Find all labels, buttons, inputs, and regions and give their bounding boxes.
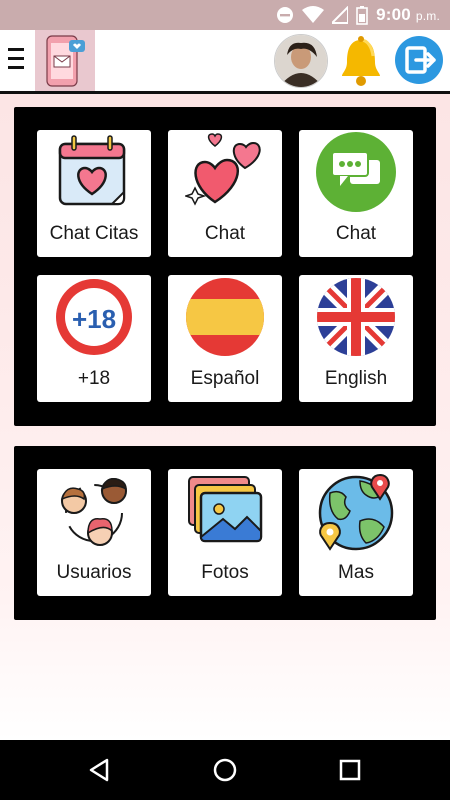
tile-spanish[interactable]: Español [168, 275, 282, 402]
system-nav-bar [0, 740, 450, 800]
tile-label: Chat Citas [49, 223, 139, 244]
tile-label: +18 [77, 368, 111, 389]
app-logo[interactable] [35, 30, 95, 91]
tile-label: Fotos [201, 562, 249, 583]
chat-bubble-icon [316, 132, 396, 212]
plus18-text: +18 [72, 304, 116, 334]
back-icon[interactable] [85, 755, 115, 785]
tile-plus18[interactable]: +18 +18 [37, 275, 151, 402]
tile-chat-hearts[interactable]: Chat [168, 130, 282, 257]
home-icon[interactable] [210, 755, 240, 785]
bell-icon[interactable] [338, 36, 384, 86]
battery-icon [356, 6, 368, 25]
tile-chat-citas[interactable]: Chat Citas [37, 130, 151, 257]
users-icon [60, 477, 127, 546]
signal-icon [332, 6, 349, 24]
status-bar: 9:00 p.m. [0, 0, 450, 30]
app-bar [0, 30, 450, 94]
exit-icon[interactable] [394, 35, 444, 85]
tile-label: Usuarios [56, 562, 132, 583]
photos-icon [188, 476, 263, 543]
hearts-icon [185, 133, 261, 206]
clock: 9:00 p.m. [376, 5, 440, 24]
tile-label: Español [190, 368, 260, 389]
menu-panel-secondary: Usuarios Fotos Mas [14, 446, 436, 620]
tile-english[interactable]: English [299, 275, 413, 402]
globe-pin-icon [318, 473, 394, 551]
hamburger-menu-icon[interactable] [8, 48, 28, 72]
phone-mail-logo [46, 35, 85, 87]
spain-flag-icon [186, 278, 264, 356]
calendar-heart-icon [58, 135, 126, 206]
uk-flag-icon [317, 278, 395, 356]
tile-fotos[interactable]: Fotos [168, 469, 282, 596]
tile-mas[interactable]: Mas [299, 469, 413, 596]
tile-label: Mas [338, 562, 374, 583]
tile-label: Chat [204, 223, 246, 244]
tile-label: English [324, 368, 388, 389]
user-avatar[interactable] [274, 34, 328, 88]
wifi-icon [302, 6, 325, 23]
recents-icon[interactable] [335, 755, 365, 785]
tile-usuarios[interactable]: Usuarios [37, 469, 151, 596]
tile-chat-bubble[interactable]: Chat [299, 130, 413, 257]
plus18-icon: +18 [56, 279, 132, 355]
menu-panel-primary: Chat Citas Chat Chat +18 +18 Español Eng… [14, 107, 436, 426]
tile-label: Chat [335, 223, 377, 244]
dnd-icon [277, 7, 294, 23]
